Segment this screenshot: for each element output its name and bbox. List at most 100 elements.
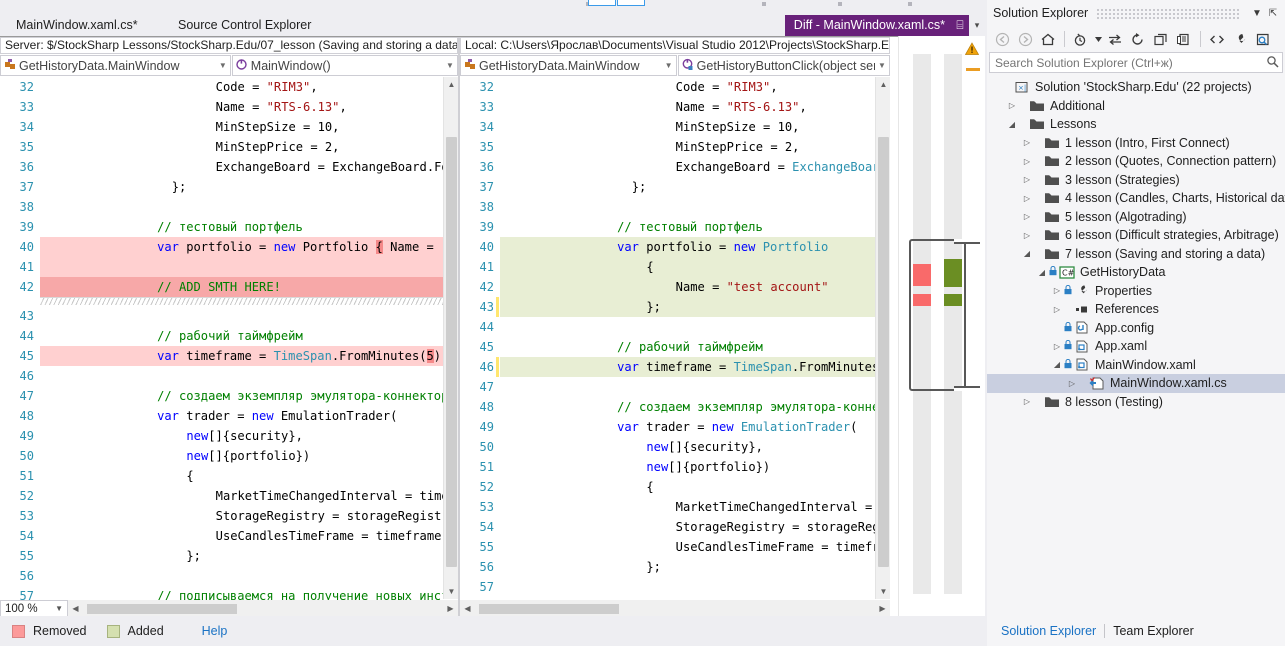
code-line[interactable]: 46 [0,366,443,386]
left-class-dropdown[interactable]: GetHistoryData.MainWindow ▼ [0,55,231,76]
split-vertical-button[interactable] [588,0,616,6]
code-line[interactable]: 53 StorageRegistry = storageRegistry, [0,506,443,526]
code-line[interactable]: 56 [0,566,443,586]
tab-mainwindow-xaml-cs[interactable]: MainWindow.xaml.cs* [8,15,146,36]
collapsed-twisty-icon[interactable]: ▷ [1051,342,1063,351]
tree-item-6-lesson-difficult-strategies-arbitrage[interactable]: ▷ 6 lesson (Difficult strategies, Arbitra… [987,226,1285,245]
code-line[interactable]: 51 { [0,466,443,486]
pin-icon[interactable]: ⇱ [1265,8,1281,19]
collapsed-twisty-icon[interactable]: ▷ [1021,194,1033,203]
code-line[interactable]: 41 { [460,257,875,277]
code-line[interactable]: 44 // рабочий таймфрейм [0,326,443,346]
code-line[interactable]: 55}; [0,546,443,566]
scroll-up-arrow-icon[interactable]: ▲ [444,77,459,92]
expanded-twisty-icon[interactable]: ◢ [1051,360,1063,369]
code-line[interactable]: 36 ExchangeBoard = ExchangeBoard.Fort [460,157,875,177]
right-hscroll-thumb[interactable] [479,604,619,614]
code-line[interactable]: 45 // рабочий таймфрейм [460,337,875,357]
home-icon[interactable] [1037,28,1059,50]
code-line[interactable]: 40 var portfolio = new Portfolio { Name =… [0,237,443,257]
collapsed-twisty-icon[interactable]: ▷ [1066,379,1078,388]
tree-item-4-lesson-candles-charts-historical-data[interactable]: ▷ 4 lesson (Candles, Charts, Historical d… [987,189,1285,208]
code-line[interactable]: 35 MinStepPrice = 2, [0,137,443,157]
code-line[interactable]: 33 Name = "RTS-6.13", [460,97,875,117]
right-horizontal-scrollbar[interactable]: ◀ ▶ [460,600,890,617]
collapsed-twisty-icon[interactable]: ▷ [1051,305,1063,314]
code-line[interactable]: 33 Name = "RTS-6.13", [0,97,443,117]
code-line[interactable]: 42 Name = "test account" [460,277,875,297]
chevron-down-icon[interactable]: ▼ [55,604,63,613]
scroll-right-arrow-icon[interactable]: ▶ [875,600,890,617]
code-line[interactable]: 37}; [0,177,443,197]
chevron-down-icon[interactable] [1093,28,1103,50]
chevron-down-icon[interactable]: ▼ [1249,8,1265,19]
code-line[interactable]: 54 StorageRegistry = storageRegistry, [460,517,875,537]
tree-item-gethistorydata[interactable]: ◢ C# GetHistoryData [987,263,1285,282]
code-line[interactable]: 38 [460,197,875,217]
scroll-left-arrow-icon[interactable]: ◀ [68,600,83,617]
code-line[interactable]: 49 new[]{security}, [0,426,443,446]
pin-icon[interactable]: ⌸ [953,15,967,36]
code-line[interactable]: 48 var trader = new EmulationTrader( [0,406,443,426]
overview-track-left[interactable] [913,54,931,594]
code-line[interactable]: 48 // создаем экземпляр эмулятора-коннект… [460,397,875,417]
code-line[interactable]: 34 MinStepSize = 10, [460,117,875,137]
code-line[interactable]: 52 { [460,477,875,497]
collapsed-twisty-icon[interactable]: ▷ [1051,286,1063,295]
code-line[interactable]: 34 MinStepSize = 10, [0,117,443,137]
search-input[interactable] [995,55,1262,70]
left-scroll-thumb[interactable] [446,137,457,567]
tree-item-lessons[interactable]: ◢ Lessons [987,115,1285,134]
collapsed-twisty-icon[interactable]: ▷ [1021,212,1033,221]
warning-icon[interactable] [964,42,980,56]
scroll-down-arrow-icon[interactable]: ▼ [876,584,891,599]
code-line[interactable]: 52 MarketTimeChangedInterval = timeframe [0,486,443,506]
drag-handle-dots[interactable] [1096,7,1241,19]
code-line[interactable]: 54 UseCandlesTimeFrame = timeframe [0,526,443,546]
collapsed-twisty-icon[interactable]: ▷ [1021,157,1033,166]
tree-item-solution-stocksharp-edu-22-projects[interactable]: ⨯| Solution 'StockSharp.Edu' (22 projects… [987,78,1285,97]
collapse-all-icon[interactable] [1150,28,1172,50]
code-line[interactable]: 43}; [460,297,875,317]
show-all-files-icon[interactable] [1173,28,1195,50]
left-hscroll-thumb[interactable] [87,604,237,614]
tree-item-additional[interactable]: ▷ Additional [987,97,1285,116]
code-line[interactable]: 57 [460,577,875,597]
expanded-twisty-icon[interactable]: ◢ [1006,120,1018,129]
code-line[interactable]: 55 UseCandlesTimeFrame = timeframe [460,537,875,557]
split-view-buttons[interactable] [588,0,645,6]
chevron-down-icon[interactable]: ▼ [875,61,889,70]
preview-selected-icon[interactable] [1252,28,1274,50]
pending-changes-icon[interactable] [1070,28,1092,50]
code-line[interactable]: 42 // ADD SMTH HERE! [0,277,443,297]
chevron-down-icon[interactable]: ▼ [216,61,230,70]
left-code-area[interactable]: 32 Code = "RIM3", 33 Name = "RTS-6.13", 34 Mi… [0,77,443,617]
search-icon[interactable] [1262,55,1282,71]
code-line[interactable]: 39 // тестовый портфель [460,217,875,237]
tree-item-app-xaml[interactable]: ▷ App.xaml [987,337,1285,356]
right-vertical-scrollbar[interactable]: ▲ ▼ [875,77,890,599]
expanded-twisty-icon[interactable]: ◢ [1021,249,1033,258]
tree-item-properties[interactable]: ▷ Properties [987,282,1285,301]
code-line[interactable]: 37}; [460,177,875,197]
code-line[interactable]: 38 [0,197,443,217]
solution-tree[interactable]: ⨯| Solution 'StockSharp.Edu' (22 projects… [987,78,1285,616]
tree-item-5-lesson-algotrading[interactable]: ▷ 5 lesson (Algotrading) [987,208,1285,227]
code-line[interactable]: 43 [0,306,443,326]
split-horizontal-button[interactable] [617,0,645,6]
left-member-dropdown[interactable]: MainWindow() ▼ [231,55,458,76]
scroll-left-arrow-icon[interactable]: ◀ [460,600,475,617]
right-class-dropdown[interactable]: GetHistoryData.MainWindow ▼ [460,55,677,76]
collapsed-twisty-icon[interactable]: ▷ [1021,175,1033,184]
tab-solution-explorer[interactable]: Solution Explorer [993,624,1104,638]
tree-item-1-lesson-intro-first-connect[interactable]: ▷ 1 lesson (Intro, First Connect) [987,134,1285,153]
code-line[interactable]: 46 var timeframe = TimeSpan.FromMinutes(1… [460,357,875,377]
chevron-down-icon[interactable]: ▼ [443,61,457,70]
code-line[interactable]: 35 MinStepPrice = 2, [460,137,875,157]
sync-icon[interactable] [1104,28,1126,50]
forward-arrow-icon[interactable] [1014,28,1036,50]
collapsed-twisty-icon[interactable]: ▷ [1021,397,1033,406]
right-scroll-thumb[interactable] [878,137,889,567]
code-line[interactable]: 50 new[]{security}, [460,437,875,457]
right-code-area[interactable]: 32 Code = "RIM3", 33 Name = "RTS-6.13", 34 Mi… [460,77,875,617]
